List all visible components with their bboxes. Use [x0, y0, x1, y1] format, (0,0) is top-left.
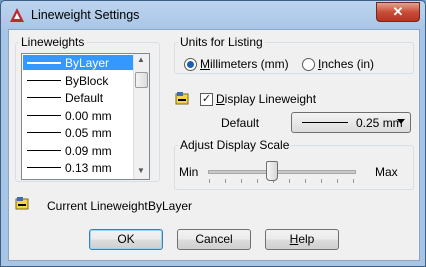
default-lineweight-value: 0.25 mm	[356, 116, 403, 130]
current-lineweight-icon	[15, 197, 29, 210]
lineweight-sample	[27, 97, 61, 98]
combo-line-preview	[302, 122, 348, 123]
lineweight-item-label: 0.05 mm	[65, 126, 112, 140]
default-label: Default	[221, 116, 260, 130]
display-lineweight-label[interactable]: Display Lineweight	[216, 92, 316, 106]
lineweights-legend: Lineweights	[21, 35, 85, 49]
lineweight-item-label: 0.13 mm	[65, 161, 112, 175]
help-button[interactable]: Help	[265, 229, 339, 250]
scale-max-label: Max	[375, 165, 398, 179]
millimeters-label[interactable]: Millimeters (mm)	[200, 57, 289, 71]
millimeters-radio[interactable]	[184, 58, 197, 71]
display-lineweight-checkbox[interactable]: ✓	[200, 93, 213, 106]
list-scrollbar[interactable]: ▲ ▼	[133, 54, 149, 179]
lineweight-list-item[interactable]: Default	[23, 90, 135, 105]
slider-tick	[289, 179, 290, 183]
window-title: Lineweight Settings	[31, 8, 140, 22]
slider-tick	[257, 179, 258, 183]
slider-tick	[353, 179, 354, 183]
lineweight-sample	[27, 167, 61, 168]
lineweight-sample	[27, 132, 61, 133]
lineweight-list-item[interactable]: 0.09 mm	[23, 143, 135, 158]
lineweight-list-item[interactable]: 0.00 mm	[23, 108, 135, 123]
lineweight-list-item[interactable]: ByBlock	[23, 73, 135, 88]
current-lineweight-value: ByLayer	[148, 199, 193, 213]
dialog-window: Lineweight Settings ✕ Lineweights ByLaye…	[0, 0, 426, 267]
inches-label[interactable]: Inches (in)	[318, 57, 374, 71]
lineweight-item-label: ByBlock	[65, 73, 109, 88]
display-scale-legend: Adjust Display Scale	[180, 138, 290, 152]
lineweight-sample	[27, 149, 61, 151]
chevron-down-icon	[397, 119, 405, 124]
slider-tick	[337, 179, 338, 183]
units-legend: Units for Listing	[180, 35, 263, 49]
scroll-up-icon[interactable]: ▲	[137, 55, 145, 64]
cancel-button[interactable]: Cancel	[177, 229, 251, 250]
lineweight-sample	[27, 62, 61, 64]
current-lineweight-label: Current Lineweight:	[47, 199, 152, 213]
scrollbar-thumb[interactable]	[135, 72, 148, 88]
default-lineweight-dropdown[interactable]: 0.25 mm	[291, 112, 411, 133]
display-scale-group: Adjust Display Scale	[174, 138, 414, 190]
slider-tick	[241, 179, 242, 183]
slider-tick	[225, 179, 226, 183]
inches-radio[interactable]	[302, 58, 315, 71]
scale-slider-thumb[interactable]	[265, 161, 278, 181]
lineweight-sample	[27, 114, 61, 116]
title-bar[interactable]: Lineweight Settings ✕	[1, 1, 425, 29]
ok-button[interactable]: OK	[89, 229, 163, 250]
lineweight-list-item[interactable]: 0.13 mm	[23, 160, 135, 175]
scroll-down-icon[interactable]: ▼	[137, 166, 145, 175]
autocad-app-icon	[10, 8, 24, 22]
slider-tick	[305, 179, 306, 183]
lineweight-item-label: Default	[65, 91, 104, 105]
lineweight-list[interactable]: ByLayer ByBlock Default 0.00 mm 0.05 mm 0.09 …	[21, 53, 150, 180]
lineweight-list-item[interactable]: ByLayer	[23, 55, 135, 70]
lineweight-list-item[interactable]: 0.05 mm	[23, 125, 135, 140]
slider-tick	[209, 179, 210, 183]
dialog-body: Lineweights ByLayer ByBlock Default 0.00 mm…	[8, 29, 420, 261]
lineweight-item-label: 0.00 mm	[65, 108, 112, 123]
lineweight-item-label: ByLayer	[65, 56, 110, 70]
slider-tick	[321, 179, 322, 183]
lineweight-sample	[27, 79, 61, 81]
lineweight-icon	[175, 92, 189, 105]
scale-min-label: Min	[179, 165, 199, 179]
lineweight-item-label: 0.09 mm	[65, 143, 112, 158]
scale-slider-track[interactable]	[208, 170, 356, 174]
close-button[interactable]: ✕	[376, 2, 420, 22]
